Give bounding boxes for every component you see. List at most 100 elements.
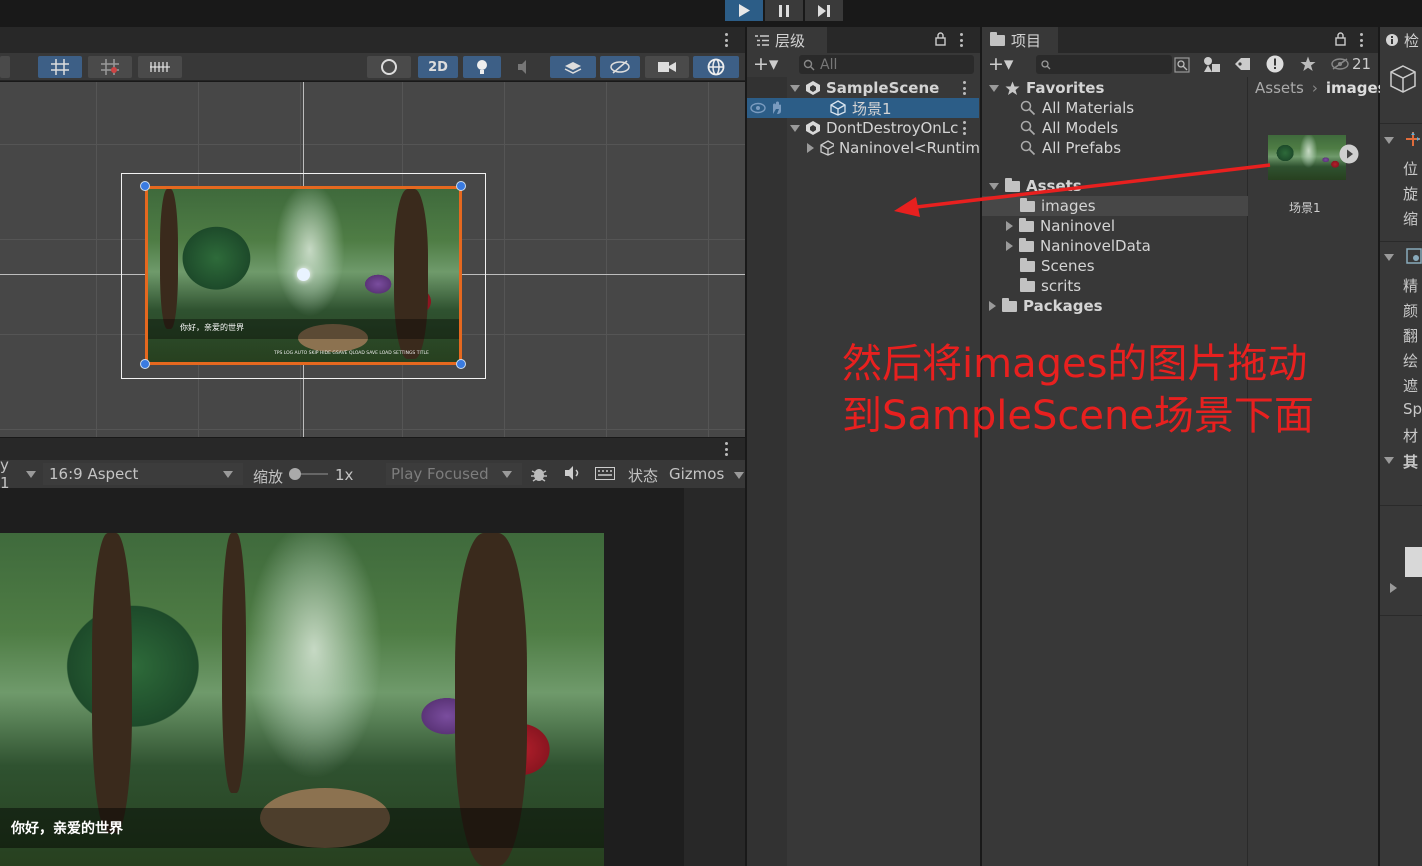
play-button[interactable]	[725, 0, 763, 21]
search-by-type-icon[interactable]	[1174, 57, 1190, 73]
inspector-field-label: 翻	[1403, 327, 1419, 345]
hierarchy-item-scene1[interactable]: 场景1	[747, 98, 979, 118]
scene-dropdown-partial[interactable]	[0, 56, 10, 78]
snap-increment-button[interactable]	[88, 56, 132, 78]
rect-handle-bottom-left[interactable]	[140, 359, 150, 369]
project-search-input[interactable]	[1036, 55, 1172, 74]
scene-options-icon[interactable]	[963, 81, 967, 95]
scene-viewport[interactable]: 你好，亲爱的世界 TPS LOG AUTO SKIP HIDE GSAVE QL…	[0, 82, 745, 437]
chevron-down-icon[interactable]	[734, 472, 744, 479]
star-icon[interactable]	[1300, 56, 1316, 72]
expand-icon[interactable]	[1384, 137, 1394, 144]
project-tab-strip: 项目	[982, 27, 1378, 53]
scale-slider[interactable]	[289, 468, 328, 480]
lock-icon[interactable]	[935, 32, 946, 46]
breadcrumb-root[interactable]: Assets	[1255, 79, 1304, 97]
scale-slider-thumb[interactable]	[289, 468, 301, 480]
collapsed-icon[interactable]	[1390, 583, 1397, 593]
favorite-item[interactable]: All Models	[1020, 118, 1118, 138]
label-filter-icon[interactable]	[1235, 57, 1251, 71]
scene-menu-icon[interactable]	[725, 33, 729, 47]
hidden-packages-toggle[interactable]: 21	[1331, 55, 1371, 73]
tab-hierarchy[interactable]: 层级	[747, 27, 827, 53]
material-preview[interactable]	[1405, 547, 1422, 577]
game-dialog-bar: 你好，亲爱的世界	[0, 808, 604, 848]
display-dropdown[interactable]: y 1	[0, 456, 42, 492]
hierarchy-menu-icon[interactable]	[960, 33, 964, 47]
rect-handle-top-left[interactable]	[140, 181, 150, 191]
stats-button[interactable]: 状态	[628, 465, 658, 486]
light-bulb-icon	[477, 60, 487, 74]
bug-icon[interactable]	[530, 465, 548, 483]
gizmos-button[interactable]: Gizmos	[669, 465, 724, 483]
unity-scene-icon	[806, 81, 820, 95]
favorite-item[interactable]: All Materials	[1020, 98, 1134, 118]
rect-handle-bottom-right[interactable]	[456, 359, 466, 369]
hierarchy-item-scene[interactable]: SampleScene	[747, 78, 980, 98]
hierarchy-search-input[interactable]: All	[799, 55, 974, 74]
project-menu-icon[interactable]	[1360, 33, 1364, 47]
expand-icon	[989, 84, 999, 92]
project-tab-label: 项目	[1011, 31, 1042, 50]
sprite-renderer-icon	[1406, 248, 1422, 264]
collapsed-icon	[807, 143, 814, 153]
shapes-filter-icon[interactable]	[1203, 56, 1221, 73]
keyboard-icon[interactable]	[595, 467, 615, 480]
snap-icon	[101, 59, 119, 75]
expand-icon	[790, 124, 800, 132]
step-button[interactable]	[805, 0, 843, 21]
tab-inspector[interactable]: 检	[1380, 27, 1422, 53]
project-create-button[interactable]: +▾	[988, 53, 1013, 75]
pause-button[interactable]	[765, 0, 803, 21]
display-label: y 1	[0, 456, 10, 492]
breadcrumb: Assets › images	[1255, 79, 1387, 97]
inspector-panel: 检 位 旋 缩 精 颜 翻 绘 遮 Sp 材 其	[1380, 27, 1422, 866]
expand-icon[interactable]	[1384, 254, 1394, 261]
inspector-field-label: 缩	[1403, 210, 1419, 228]
tree-favorites[interactable]: Favorites	[989, 78, 1104, 98]
create-button[interactable]: +▾	[753, 53, 778, 75]
hierarchy-tab-strip: 层级	[747, 27, 980, 53]
tab-project[interactable]: 项目	[982, 27, 1058, 53]
tree-packages[interactable]: Packages	[989, 296, 1103, 316]
visibility-button[interactable]	[600, 56, 640, 78]
gizmos-scene-button[interactable]	[693, 56, 739, 78]
game-menu-icon[interactable]	[725, 442, 729, 456]
aspect-dropdown[interactable]: 16:9 Aspect	[43, 463, 243, 485]
play-mode-dropdown[interactable]: Play Focused	[386, 463, 522, 485]
hierarchy-item-dontdestroy[interactable]: DontDestroyOnLc	[747, 118, 980, 138]
audio-toggle-button[interactable]	[507, 56, 545, 78]
effects-button[interactable]	[550, 56, 596, 78]
scene-options-icon[interactable]	[963, 121, 967, 135]
2d-toggle-button[interactable]: 2D	[418, 56, 458, 78]
tree-folder-naninoveldata[interactable]: NaninovelData	[1006, 236, 1151, 256]
game-dialog-text: 你好，亲爱的世界	[11, 821, 123, 837]
shading-mode-button[interactable]	[367, 56, 411, 78]
camera-button[interactable]	[645, 56, 689, 78]
pick-hand-icon[interactable]	[770, 101, 782, 115]
hierarchy-label: SampleScene	[826, 79, 940, 97]
visibility-eye-icon[interactable]	[750, 102, 766, 114]
speaker-icon[interactable]	[565, 466, 581, 480]
tree-folder-scenes[interactable]: Scenes	[1020, 256, 1095, 276]
inspector-tab-label: 检	[1404, 31, 1420, 50]
collapsed-icon	[1006, 241, 1013, 251]
scale-value: 1x	[335, 466, 354, 484]
folder-icon	[1019, 237, 1034, 252]
lock-icon[interactable]	[1335, 32, 1346, 46]
tree-folder-scrits[interactable]: scrits	[1020, 276, 1081, 296]
lighting-toggle-button[interactable]	[463, 56, 501, 78]
game-render-image[interactable]: 你好，亲爱的世界	[0, 533, 604, 866]
warning-filter-icon[interactable]	[1266, 55, 1284, 73]
rect-handle-top-right[interactable]	[456, 181, 466, 191]
eye-icon	[1331, 58, 1349, 70]
play-preview-icon[interactable]	[1339, 144, 1359, 164]
pivot-handle[interactable]	[297, 268, 310, 281]
breadcrumb-current[interactable]: images	[1326, 79, 1387, 97]
folder-icon	[1002, 297, 1017, 312]
game-toolbar: y 1 16:9 Aspect 缩放 1x Play Focused 状态 Gi…	[0, 456, 745, 492]
grid-snap-button[interactable]	[38, 56, 82, 78]
scene-ui-buttons: TPS LOG AUTO SKIP HIDE GSAVE QLOAD SAVE …	[274, 351, 429, 356]
expand-icon[interactable]	[1384, 457, 1394, 464]
ruler-button[interactable]	[138, 56, 182, 78]
